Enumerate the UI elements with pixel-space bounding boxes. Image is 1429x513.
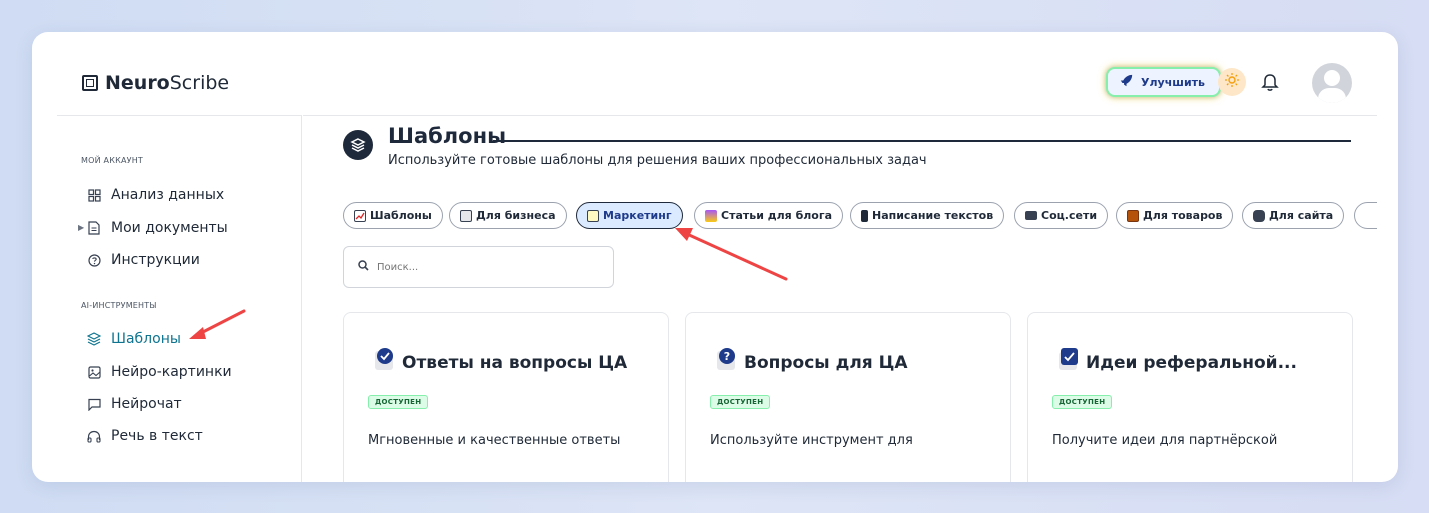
upgrade-label: Улучшить (1141, 75, 1205, 89)
sidebar-item-data-analysis[interactable]: Анализ данных (87, 184, 224, 206)
avatar[interactable] (1312, 63, 1352, 103)
main-content: Шаблоны Используйте готовые шаблоны для … (303, 115, 1377, 482)
status-badge: ДОСТУПЕН (710, 395, 771, 409)
chat-icon (87, 397, 101, 411)
title-divider (493, 140, 1351, 142)
chip-products[interactable]: Для товаров (1116, 202, 1234, 229)
page-title: Шаблоны (388, 124, 507, 148)
logo[interactable]: Neuro Scribe (82, 72, 229, 94)
robot-icon (1253, 209, 1265, 222)
chip-label: Для товаров (1143, 209, 1223, 222)
chart-check-icon (354, 209, 366, 222)
bell-icon[interactable] (1261, 72, 1279, 92)
section-label-ai-tools: AI-ИНСТРУМЕНТЫ (81, 301, 157, 310)
stack-icon (343, 130, 373, 160)
search-icon (358, 260, 369, 274)
sidebar-item-label: Анализ данных (111, 187, 225, 203)
notebook-icon (460, 209, 472, 222)
sidebar-item-templates[interactable]: Шаблоны (87, 328, 181, 350)
help-circle-icon (87, 253, 101, 267)
logo-icon (82, 75, 98, 91)
card-title: Ответы на вопросы ЦА (402, 353, 628, 373)
status-badge: ДОСТУПЕН (368, 395, 429, 409)
chip-label: Статьи для блога (721, 209, 833, 222)
rocket-icon (1120, 74, 1133, 90)
upgrade-button[interactable]: Улучшить (1106, 67, 1221, 97)
logo-regular: Scribe (169, 72, 230, 94)
template-card[interactable]: ? Вопросы для ЦА ДОСТУПЕН Используйте ин… (685, 312, 1011, 482)
theme-toggle-button[interactable] (1218, 68, 1246, 96)
chip-templates[interactable]: Шаблоны (343, 202, 443, 229)
sidebar-item-label: Речь в текст (111, 428, 203, 444)
sun-icon (1224, 72, 1240, 92)
card-description: Используйте инструмент для (710, 433, 913, 448)
sidebar-item-label: Инструкции (111, 252, 200, 268)
logo-bold: Neuro (105, 72, 170, 94)
sidebar-item-label: Мои документы (111, 220, 228, 236)
city-icon (705, 209, 717, 222)
search-input[interactable] (377, 261, 577, 273)
chip-label: Для бизнеса (476, 209, 556, 222)
card-title: Вопросы для ЦА (744, 353, 908, 373)
image-icon (87, 365, 101, 379)
phone-icon (861, 209, 868, 222)
card-description: Мгновенные и качественные ответы (368, 433, 621, 448)
chip-copywriting[interactable]: Написание текстов (850, 202, 1005, 229)
caret-right-icon[interactable]: ▶ (78, 223, 84, 232)
chip-label: Написание текстов (872, 209, 994, 222)
chip-blog-articles[interactable]: Статьи для блога (694, 202, 844, 229)
chip-social[interactable]: Соц.сети (1014, 202, 1109, 229)
layers-icon (87, 332, 101, 346)
chip-more[interactable] (1354, 202, 1377, 229)
svg-text:?: ? (724, 350, 730, 363)
sidebar-item-label: Нейрочат (111, 396, 182, 412)
sidebar-item-my-documents[interactable]: Мои документы (87, 217, 228, 239)
chip-label: Шаблоны (370, 209, 432, 222)
sidebar-item-label: Нейро-картинки (111, 364, 232, 380)
document-icon (87, 221, 101, 235)
app-window: Neuro Scribe Улучшить МОЙ АККАУНТ Анализ … (32, 32, 1398, 482)
ledger-icon (1127, 209, 1139, 222)
card-description: Получите идеи для партнёрской (1052, 433, 1278, 448)
page-subtitle: Используйте готовые шаблоны для решения … (388, 153, 927, 168)
sidebar-item-speech-to-text[interactable]: Речь в текст (87, 425, 203, 447)
memo-icon (587, 209, 599, 222)
chip-label: Маркетинг (603, 209, 672, 222)
status-badge: ДОСТУПЕН (1052, 395, 1113, 409)
chip-label: Соц.сети (1041, 209, 1098, 222)
section-label-account: МОЙ АККАУНТ (81, 156, 144, 165)
card-title: Идеи реферальной... (1086, 353, 1297, 373)
template-card[interactable]: Ответы на вопросы ЦА ДОСТУПЕН Мгновенные… (343, 312, 669, 482)
chip-business[interactable]: Для бизнеса (449, 202, 567, 229)
grid-icon (87, 188, 101, 202)
sidebar-item-instructions[interactable]: Инструкции (87, 249, 200, 271)
headphones-icon (87, 429, 101, 443)
checkbox-icon (1058, 347, 1080, 370)
search-field[interactable] (343, 246, 614, 288)
sidebar-item-label: Шаблоны (111, 331, 181, 347)
laptop-icon (1025, 211, 1037, 220)
chip-website[interactable]: Для сайта (1242, 202, 1345, 229)
question-badge-icon: ? (716, 347, 738, 370)
sidebar: МОЙ АККАУНТ Анализ данных ▶ Мои документ… (57, 115, 302, 482)
sidebar-item-neuro-images[interactable]: Нейро-картинки (87, 361, 232, 383)
template-card[interactable]: Идеи реферальной... ДОСТУПЕН Получите ид… (1027, 312, 1353, 482)
sidebar-item-neurochat[interactable]: Нейрочат (87, 393, 182, 415)
chip-label: Для сайта (1269, 209, 1334, 222)
chip-marketing[interactable]: Маркетинг (576, 202, 683, 229)
check-badge-icon (374, 347, 396, 370)
